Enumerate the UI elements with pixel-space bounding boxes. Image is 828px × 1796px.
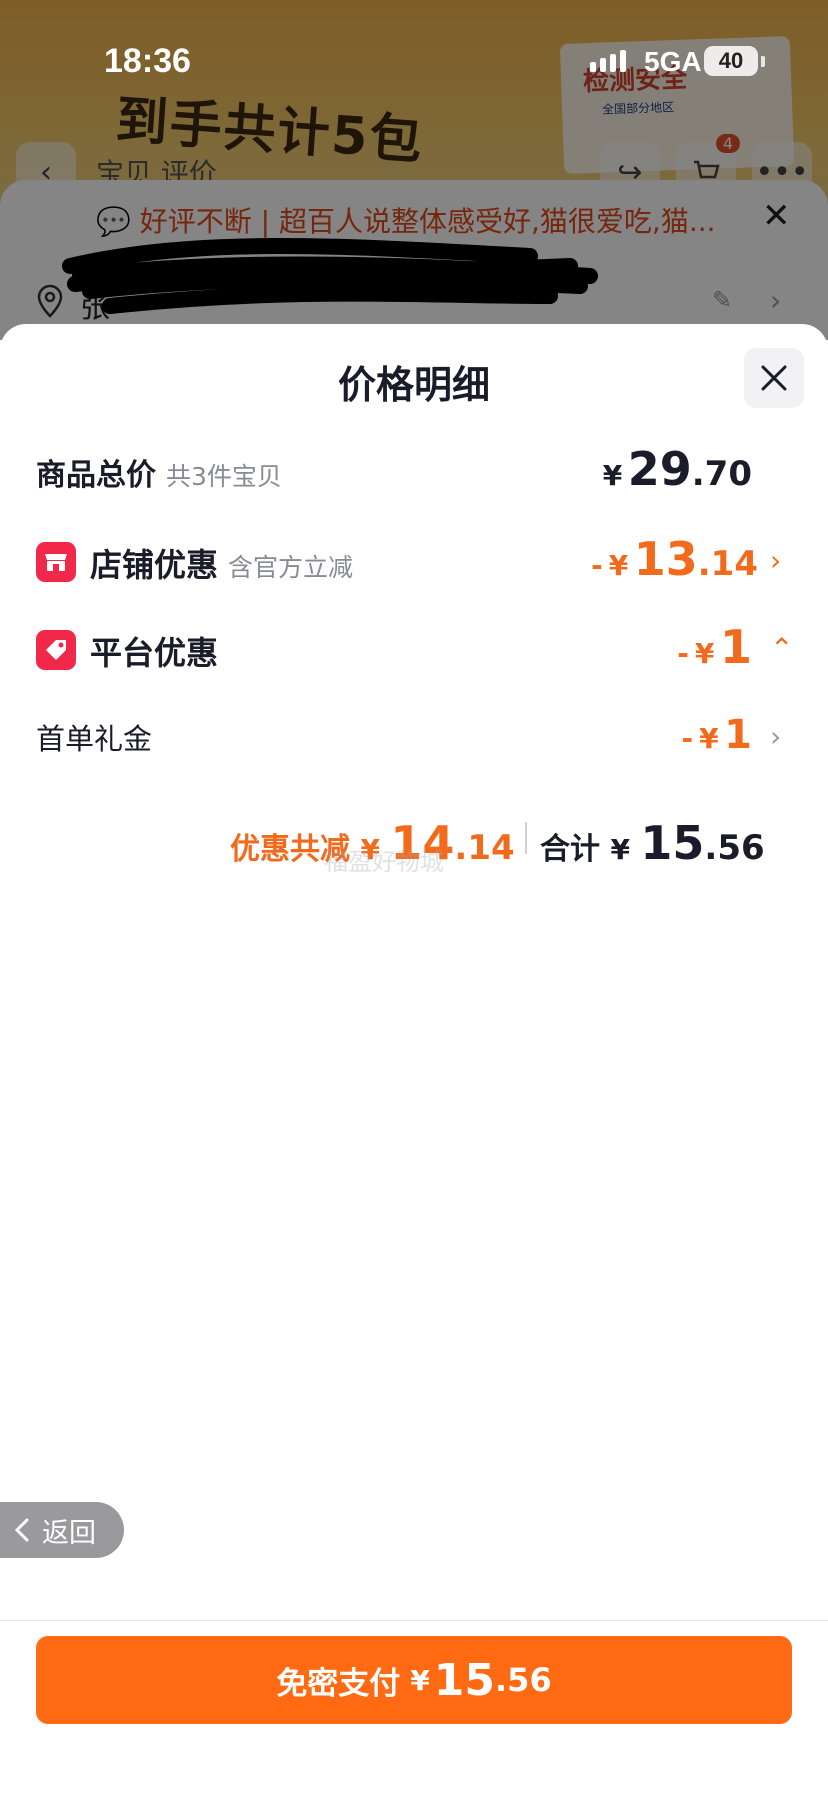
status-bar: 18:36 5GA 40 bbox=[0, 0, 828, 120]
platform-discount-amount: - ¥ 1 bbox=[677, 620, 752, 674]
row-platform-discount[interactable]: 平台优惠 - ¥ 1 ⌃ bbox=[36, 620, 794, 688]
battery-tip bbox=[761, 56, 765, 67]
platform-discount-label: 平台优惠 bbox=[90, 634, 219, 672]
pay-button-yen: ¥ bbox=[410, 1663, 430, 1697]
grand-total-label: 合计 bbox=[540, 832, 600, 867]
battery-icon: 40 bbox=[704, 46, 758, 76]
status-time: 18:36 bbox=[104, 42, 191, 80]
item-count: 共3件宝贝 bbox=[166, 462, 282, 491]
signal-icon bbox=[590, 50, 626, 72]
chevron-up-icon: ⌃ bbox=[770, 632, 794, 665]
price-detail-sheet: 价格明细 商品总价 共3件宝贝 ¥ 29.70 店铺优惠 含官方立减 - ¥ 13 bbox=[0, 324, 828, 1796]
chevron-right-icon: › bbox=[770, 720, 782, 753]
back-button-label: 返回 bbox=[42, 1517, 96, 1549]
chevron-right-icon: › bbox=[770, 544, 782, 577]
back-button[interactable]: 返回 bbox=[0, 1502, 124, 1558]
watermark: 福盈好物城 bbox=[324, 848, 444, 876]
row-shop-discount[interactable]: 店铺优惠 含官方立减 - ¥ 13.14 › bbox=[36, 532, 792, 600]
network-type: 5GA bbox=[644, 46, 702, 77]
footer-divider bbox=[0, 1620, 828, 1621]
total-price-label: 商品总价 bbox=[36, 458, 156, 493]
pay-button[interactable]: 免密支付 ¥ 15.56 bbox=[36, 1636, 792, 1724]
row-total-price: 商品总价 共3件宝贝 ¥ 29.70 bbox=[36, 442, 792, 510]
first-order-gift-label: 首单礼金 bbox=[36, 722, 153, 756]
pay-button-int: 15 bbox=[433, 1654, 496, 1706]
row-first-order-gift[interactable]: 首单礼金 - ¥ 1 › bbox=[36, 712, 792, 776]
grand-total-amount: ¥ 15.56 bbox=[610, 816, 765, 870]
chevron-left-icon bbox=[14, 1518, 29, 1542]
close-button[interactable] bbox=[744, 348, 804, 408]
total-price-amount: ¥ 29.70 bbox=[602, 442, 752, 496]
first-order-gift-amount: - ¥ 1 bbox=[681, 712, 752, 758]
sheet-title: 价格明细 bbox=[337, 363, 490, 407]
shop-discount-amount: - ¥ 13.14 bbox=[591, 532, 758, 586]
summary-divider bbox=[525, 822, 527, 854]
tag-icon bbox=[36, 630, 76, 670]
shop-icon bbox=[36, 542, 76, 582]
shop-discount-label: 店铺优惠 bbox=[90, 546, 219, 584]
pay-button-dec: .56 bbox=[495, 1661, 552, 1699]
pay-button-label: 免密支付 bbox=[276, 1665, 401, 1702]
shop-discount-sub: 含官方立减 bbox=[228, 553, 354, 582]
close-icon bbox=[761, 365, 787, 391]
